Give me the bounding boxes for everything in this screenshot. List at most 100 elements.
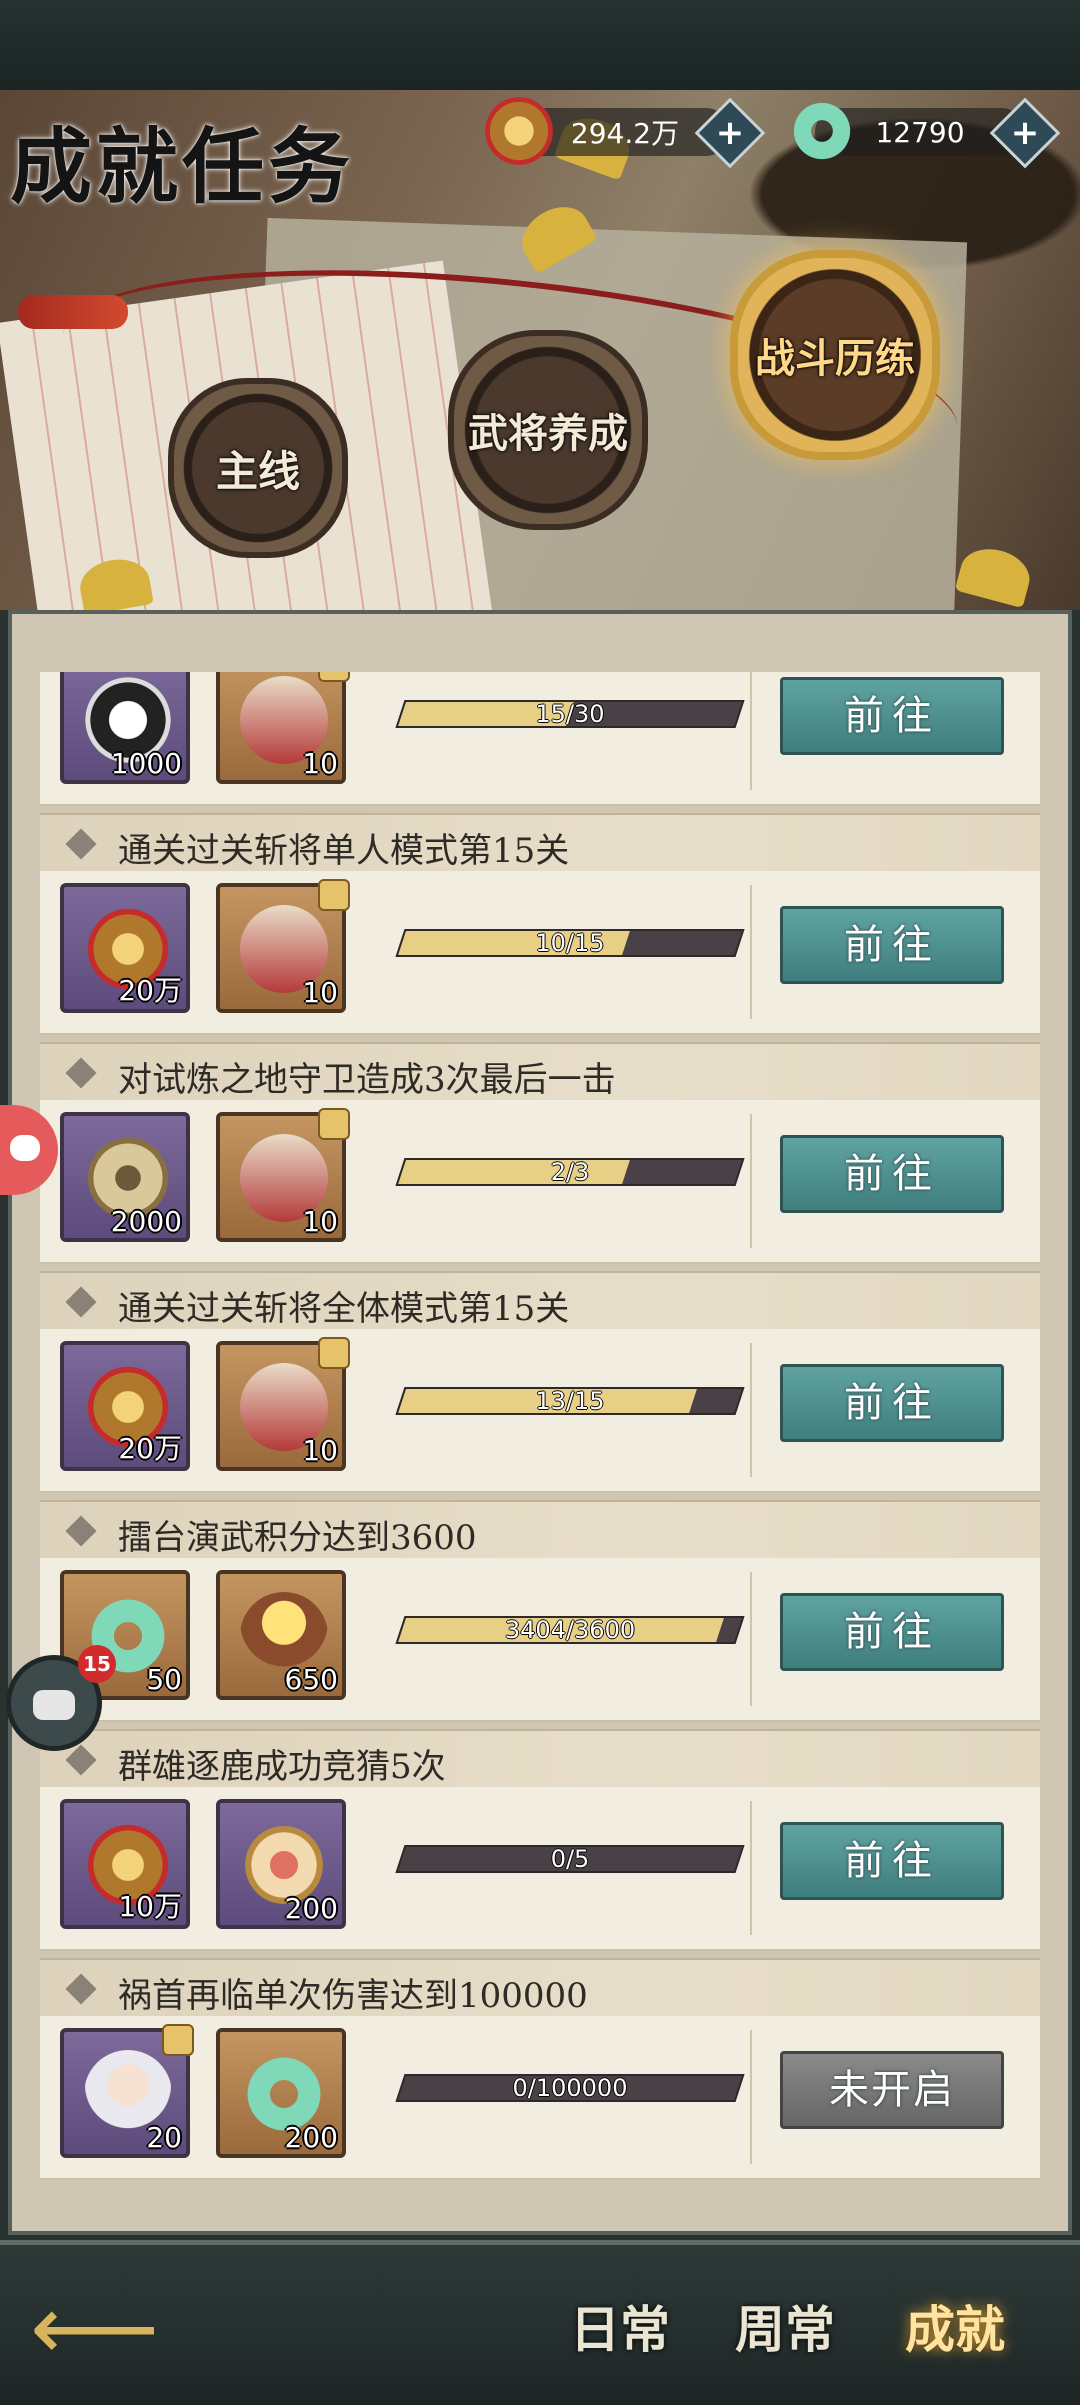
task-header: 通关过关斩将全体模式第15关 (40, 1271, 1040, 1331)
task-title: 祸首再临单次伤害达到100000 (118, 1976, 588, 2016)
divider (750, 1114, 752, 1248)
progress-text: 15/30 (535, 700, 605, 728)
task-body: 20万 10 10/15 前往 (40, 871, 1040, 1035)
task-title: 通关过关斩将全体模式第15关 (118, 1289, 570, 1329)
go-button[interactable]: 前往 (780, 1135, 1004, 1213)
task-body: 10万 200 0/5 前往 (40, 1787, 1040, 1951)
reward-count: 10 (302, 976, 338, 1009)
puzzle-piece-icon (162, 2024, 194, 2056)
reward-item[interactable]: 10 (216, 1337, 350, 1471)
divider (750, 885, 752, 1019)
go-button[interactable]: 前往 (780, 906, 1004, 984)
category-label: 主线 (215, 446, 300, 496)
reward-item[interactable]: 1000 (60, 672, 190, 784)
task-list-frame: 1000 10 15/30 前往 通关过关斩将单人模式第15关 20万 10 10/15 前往对… (8, 610, 1072, 2235)
reward-item[interactable]: 10 (216, 1108, 350, 1242)
reward-item[interactable]: 20万 (60, 883, 190, 1013)
reward-count: 650 (284, 1663, 338, 1696)
task-header: 擂台演武积分达到3600 (40, 1500, 1040, 1560)
tab-label: 成就 (905, 2300, 1005, 2359)
tassel-decoration (18, 295, 128, 329)
tab-label: 周常 (735, 2300, 835, 2359)
reward-count: 10 (302, 1434, 338, 1467)
divider (750, 2030, 752, 2164)
tab-label: 日常 (570, 2300, 670, 2359)
reward-count: 20 (146, 2121, 182, 2154)
tab-achievement[interactable]: 成就 (880, 2265, 1030, 2395)
reward-count: 1000 (110, 747, 182, 780)
reward-item[interactable]: 10 (216, 879, 350, 1013)
reward-count: 200 (284, 2121, 338, 2154)
task-body: 20 200 0/100000 未开启 (40, 2016, 1040, 2180)
task-header: 通关过关斩将单人模式第15关 (40, 813, 1040, 873)
progress-text: 0/5 (550, 1845, 590, 1873)
diamond-bullet-icon (65, 1515, 97, 1547)
diamond-bullet-icon (65, 1744, 97, 1776)
go-button[interactable]: 前往 (780, 1364, 1004, 1442)
task-body: 1000 10 15/30 前往 (40, 672, 1040, 806)
reward-item[interactable]: 2000 (60, 1112, 190, 1242)
reward-item[interactable]: 200 (216, 1799, 346, 1929)
progress-text: 10/15 (535, 929, 605, 957)
divider (750, 1801, 752, 1935)
task-row: 1000 10 15/30 前往 (40, 672, 1040, 806)
reward-item[interactable]: 200 (216, 2028, 346, 2158)
task-header: 群雄逐鹿成功竞猜5次 (40, 1729, 1040, 1789)
task-row: 擂台演武积分达到3600 50 650 3404/3600 前往 (40, 1500, 1040, 1722)
jade-dragon-icon (788, 97, 856, 165)
chat-unread-badge: 15 (78, 1645, 116, 1683)
category-general-training-button[interactable]: 武将养成 (448, 330, 648, 530)
task-title: 擂台演武积分达到3600 (118, 1518, 477, 1558)
copper-amount: 294.2万 (570, 117, 680, 150)
task-header: 对试炼之地守卫造成3次最后一击 (40, 1042, 1040, 1102)
reward-item[interactable]: 10 (216, 672, 350, 784)
diamond-bullet-icon (65, 1057, 97, 1089)
go-button[interactable]: 前往 (780, 677, 1004, 755)
task-title: 通关过关斩将单人模式第15关 (118, 831, 570, 871)
reward-count: 10万 (118, 1890, 182, 1923)
task-row: 祸首再临单次伤害达到100000 20 200 0/100000 未开启 (40, 1958, 1040, 2180)
task-row: 对试炼之地守卫造成3次最后一击 2000 10 2/3 前往 (40, 1042, 1040, 1264)
puzzle-piece-icon (318, 1337, 350, 1369)
reward-count: 20万 (118, 974, 182, 1007)
gamepad-icon (10, 1135, 40, 1161)
back-arrow-button[interactable]: ⟵ (30, 2284, 180, 2379)
task-title: 对试炼之地守卫造成3次最后一击 (118, 1060, 616, 1100)
task-header: 祸首再临单次伤害达到100000 (40, 1958, 1040, 2018)
reward-item[interactable]: 20 (60, 2024, 194, 2158)
reward-count: 50 (146, 1663, 182, 1696)
page-title: 成就任务 (10, 119, 355, 215)
ginkgo-leaf-icon (954, 541, 1036, 609)
reward-count: 2000 (110, 1205, 182, 1238)
category-battle-training-button[interactable]: 战斗历练 (730, 250, 940, 460)
task-list[interactable]: 1000 10 15/30 前往 通关过关斩将单人模式第15关 20万 10 10/15 前往对… (40, 672, 1040, 2232)
task-body: 50 650 3404/3600 前往 (40, 1558, 1040, 1722)
tab-daily[interactable]: 日常 (545, 2265, 695, 2395)
reward-count: 20万 (118, 1432, 182, 1465)
tab-weekly[interactable]: 周常 (710, 2265, 860, 2395)
reward-count: 10 (302, 1205, 338, 1238)
reward-item[interactable]: 650 (216, 1570, 346, 1700)
go-button[interactable]: 前往 (780, 1822, 1004, 1900)
back-arrow-icon: ⟵ (30, 2276, 160, 2381)
diamond-bullet-icon (65, 828, 97, 860)
task-row: 通关过关斩将全体模式第15关 20万 10 13/15 前往 (40, 1271, 1040, 1493)
bottom-bar: ⟵ 日常 周常 成就 (0, 2240, 1080, 2405)
task-body: 20万 10 13/15 前往 (40, 1329, 1040, 1493)
not-open-button[interactable]: 未开启 (780, 2051, 1004, 2129)
category-main-button[interactable]: 主线 (168, 378, 348, 558)
task-row: 通关过关斩将单人模式第15关 20万 10 10/15 前往 (40, 813, 1040, 1035)
task-title: 群雄逐鹿成功竞猜5次 (118, 1747, 446, 1787)
puzzle-piece-icon (318, 879, 350, 911)
progress-text: 0/100000 (512, 2074, 628, 2102)
task-body: 2000 10 2/3 前往 (40, 1100, 1040, 1264)
go-button[interactable]: 前往 (780, 1593, 1004, 1671)
reward-count: 200 (284, 1892, 338, 1925)
reward-count: 10 (302, 747, 338, 780)
category-label: 武将养成 (468, 410, 628, 457)
divider (750, 1572, 752, 1706)
reward-item[interactable]: 10万 (60, 1799, 190, 1929)
reward-item[interactable]: 20万 (60, 1341, 190, 1471)
puzzle-piece-icon (318, 1108, 350, 1140)
copper-coins-icon (485, 97, 553, 165)
